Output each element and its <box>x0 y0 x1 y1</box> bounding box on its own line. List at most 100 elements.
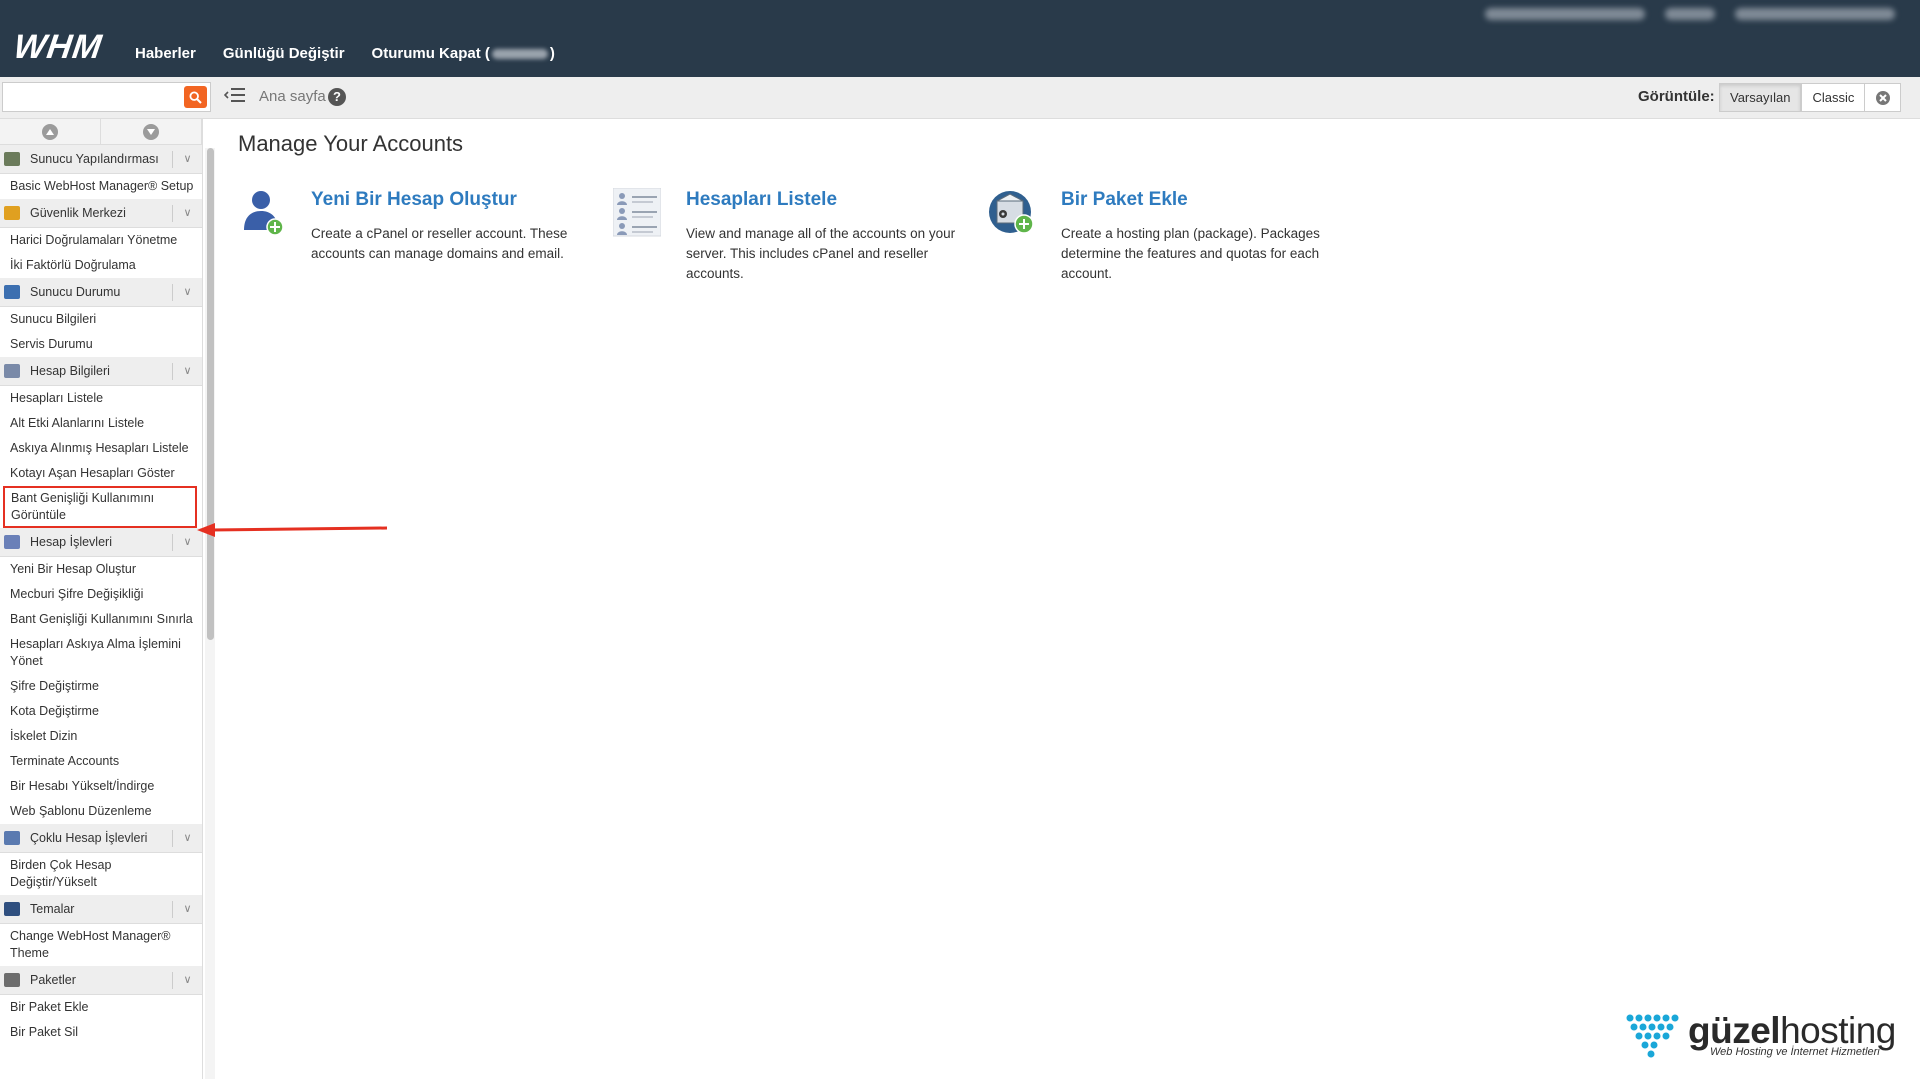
menu-toggle-icon[interactable] <box>224 85 246 105</box>
sidebar-item[interactable]: Bir Paket Sil <box>0 1020 202 1045</box>
chevron-down-icon[interactable]: ∨ <box>172 151 202 168</box>
sidebar-item[interactable]: Kotayı Aşan Hesapları Göster <box>0 461 202 486</box>
sidebar: Sunucu Yapılandırması ∨ Basic WebHost Mana… <box>0 119 203 1079</box>
sidebar-item[interactable]: Birden Çok Hesap Değiştir/Yükselt <box>0 853 202 895</box>
sidebar-section-header[interactable]: Temalar ∨ <box>0 895 202 924</box>
add-package-link[interactable]: Bir Paket Ekle <box>1061 189 1188 211</box>
reset-view-button[interactable] <box>1864 83 1901 112</box>
server-status-icon <box>4 285 20 299</box>
arrow-down-icon <box>143 123 159 140</box>
nav-news-link[interactable]: Haberler <box>135 45 196 62</box>
search-button[interactable] <box>184 86 207 108</box>
chevron-down-icon[interactable]: ∨ <box>172 830 202 847</box>
sidebar-item[interactable]: Askıya Alınmış Hesapları Listele <box>0 436 202 461</box>
add-package-desc: Create a hosting plan (package). Package… <box>1061 226 1320 281</box>
sidebar-item[interactable]: Kota Değiştirme <box>0 699 202 724</box>
sidebar-section-header[interactable]: Sunucu Durumu ∨ <box>0 278 202 307</box>
whm-logo[interactable]: WHM <box>11 28 104 67</box>
logout-close-paren: ) <box>549 45 555 62</box>
sidebar-item[interactable]: İskelet Dizin <box>0 724 202 749</box>
sidebar-item[interactable]: Bant Genişliği Kullanımını Görüntüle <box>3 486 197 528</box>
brand-name-bold: güzel <box>1688 1010 1781 1051</box>
chevron-down-icon[interactable]: ∨ <box>172 972 202 989</box>
sidebar-item[interactable]: İki Faktörlü Doğrulama <box>0 253 202 278</box>
blurred-username <box>491 49 548 60</box>
chevron-down-icon[interactable]: ∨ <box>172 901 202 918</box>
view-switcher: Varsayılan Classic <box>1719 83 1866 112</box>
sidebar-section-header[interactable]: Güvenlik Merkezi ∨ <box>0 199 202 228</box>
brand-tagline: Web Hosting ve İnternet Hizmetleri <box>1710 1046 1880 1058</box>
sidebar-section-label: Hesap İşlevleri <box>30 535 112 549</box>
sidebar-section-header[interactable]: Hesap Bilgileri ∨ <box>0 357 202 386</box>
account-functions-icon <box>4 535 20 549</box>
search-input[interactable] <box>3 83 183 111</box>
sidebar-section-header[interactable]: Çoklu Hesap İşlevleri ∨ <box>0 824 202 853</box>
multi-account-icon <box>4 831 20 845</box>
packages-icon <box>4 973 20 987</box>
sidebar-section-header[interactable]: Paketler ∨ <box>0 966 202 995</box>
sidebar-item[interactable]: Hesapları Listele <box>0 386 202 411</box>
themes-icon <box>4 902 20 916</box>
brand-name-rest: hosting <box>1780 1010 1896 1051</box>
scroll-up-button[interactable] <box>0 119 101 144</box>
top-header: WHM Haberler Günlüğü Değiştir Oturumu Ka… <box>0 0 1920 77</box>
lock-icon <box>4 206 20 220</box>
list-accounts-desc: View and manage all of the accounts on y… <box>686 226 956 281</box>
close-icon <box>1875 90 1890 105</box>
top-nav: Haberler Günlüğü Değiştir Oturumu Kapat … <box>135 45 555 62</box>
toolbar: Ana sayfa ? Görüntüle: Varsayılan Classi… <box>0 77 1920 119</box>
sidebar-item[interactable]: Şifre Değiştirme <box>0 674 202 699</box>
create-account-link[interactable]: Yeni Bir Hesap Oluştur <box>311 189 517 211</box>
page-title: Manage Your Accounts <box>238 131 464 156</box>
sidebar-item[interactable]: Basic WebHost Manager® Setup <box>0 174 202 199</box>
server-config-icon <box>4 152 20 166</box>
sidebar-item[interactable]: Mecburi Şifre Değişikliği <box>0 582 202 607</box>
sidebar-section-header[interactable]: Sunucu Yapılandırması ∨ <box>0 145 202 174</box>
view-default-button[interactable]: Varsayılan <box>1719 83 1802 112</box>
chevron-down-icon[interactable]: ∨ <box>172 363 202 380</box>
sidebar-item[interactable]: Harici Doğrulamaları Yönetme <box>0 228 202 253</box>
sidebar-item[interactable]: Bir Paket Ekle <box>0 995 202 1020</box>
sidebar-sections: Sunucu Yapılandırması ∨ Basic WebHost Mana… <box>0 145 202 1045</box>
sidebar-section-label: Sunucu Yapılandırması <box>30 152 159 166</box>
brand-logo-icon <box>1626 1014 1679 1058</box>
sidebar-collapse-row <box>0 119 202 145</box>
sidebar-section-label: Güvenlik Merkezi <box>30 206 126 220</box>
sidebar-item[interactable]: Change WebHost Manager® Theme <box>0 924 202 966</box>
sidebar-item[interactable]: Hesapları Askıya Alma İşlemini Yönet <box>0 632 202 674</box>
sidebar-item[interactable]: Servis Durumu <box>0 332 202 357</box>
sidebar-item[interactable]: Web Şablonu Düzenleme <box>0 799 202 824</box>
view-classic-button[interactable]: Classic <box>1801 83 1866 112</box>
sidebar-section-label: Temalar <box>30 902 75 916</box>
chevron-down-icon[interactable]: ∨ <box>172 205 202 222</box>
sidebar-item[interactable]: Yeni Bir Hesap Oluştur <box>0 557 202 582</box>
scroll-down-button[interactable] <box>101 119 202 144</box>
sidebar-section-header[interactable]: Hesap İşlevleri ∨ <box>0 528 202 557</box>
sidebar-section-label: Sunucu Durumu <box>30 285 121 299</box>
search-icon <box>189 90 202 104</box>
sidebar-section-label: Çoklu Hesap İşlevleri <box>30 831 148 845</box>
sidebar-item[interactable]: Sunucu Bilgileri <box>0 307 202 332</box>
sidebar-item[interactable]: Bir Hesabı Yükselt/İndirge <box>0 774 202 799</box>
list-accounts-icon[interactable] <box>613 188 661 238</box>
view-label: Görüntüle: <box>1638 88 1715 105</box>
help-icon[interactable]: ? <box>328 88 346 106</box>
chevron-down-icon[interactable]: ∨ <box>172 284 202 301</box>
breadcrumb-home[interactable]: Ana sayfa <box>259 88 326 105</box>
sidebar-section-label: Paketler <box>30 973 76 987</box>
server-info-blurred <box>1485 8 1895 20</box>
create-account-desc: Create a cPanel or reseller account. The… <box>311 226 568 261</box>
sidebar-item[interactable]: Bant Genişliği Kullanımını Sınırla <box>0 607 202 632</box>
create-account-icon[interactable] <box>238 188 286 238</box>
sidebar-item[interactable]: Alt Etki Alanlarını Listele <box>0 411 202 436</box>
arrow-up-icon <box>42 123 58 140</box>
sidebar-scrollbar-thumb[interactable] <box>207 148 214 640</box>
logout-label: Oturumu Kapat ( <box>371 45 490 62</box>
nav-change-log-link[interactable]: Günlüğü Değiştir <box>223 45 345 62</box>
nav-logout-link[interactable]: Oturumu Kapat () <box>372 45 555 62</box>
list-accounts-link[interactable]: Hesapları Listele <box>686 189 837 211</box>
annotation-arrow <box>197 523 388 537</box>
sidebar-section-label: Hesap Bilgileri <box>30 364 110 378</box>
add-package-icon[interactable] <box>988 188 1036 238</box>
sidebar-item[interactable]: Terminate Accounts <box>0 749 202 774</box>
